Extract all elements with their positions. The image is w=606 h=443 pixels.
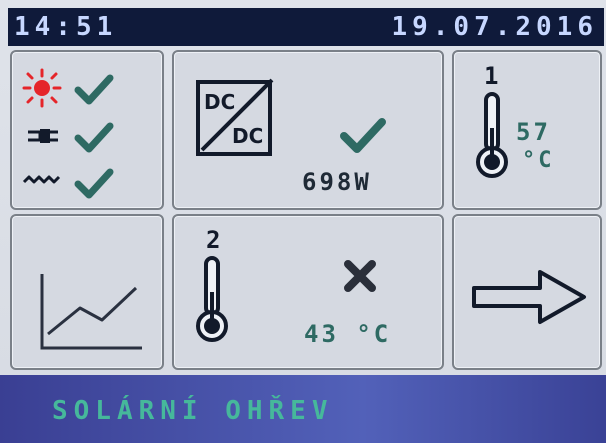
check-icon — [72, 162, 116, 206]
temp2-panel[interactable]: 2 43 °C — [172, 214, 444, 370]
thermometer-icon — [472, 88, 512, 186]
thermometer-icon — [192, 252, 232, 350]
sun-icon — [22, 68, 62, 112]
indicator-heater — [22, 162, 116, 206]
indicator-sun — [22, 68, 116, 112]
clock-time: 14:51 — [14, 12, 118, 42]
check-icon — [72, 68, 116, 112]
date: 19.07.2016 — [391, 12, 598, 42]
error-x-icon — [338, 254, 382, 302]
status-indicators-panel — [10, 50, 164, 210]
temp1-panel[interactable]: 1 57 °C — [452, 50, 602, 210]
check-icon — [72, 116, 116, 160]
dcdc-label-top: DC — [204, 90, 236, 114]
plug-icon — [22, 118, 62, 158]
heater-icon — [22, 167, 62, 201]
dcdc-power: 698W — [302, 168, 372, 196]
graph-panel[interactable] — [10, 214, 164, 370]
next-panel[interactable] — [452, 214, 602, 370]
arrow-right-icon — [468, 262, 590, 336]
temp2-index: 2 — [206, 226, 224, 254]
device-screen: 14:51 19.07.2016 DC DC 698W 1 57 °C 2 43… — [0, 0, 606, 443]
temp1-unit: °C — [522, 148, 555, 173]
status-bar: 14:51 19.07.2016 — [8, 8, 604, 46]
temp1-value: 57 — [516, 118, 551, 146]
dcdc-panel[interactable]: DC DC 698W — [172, 50, 444, 210]
check-icon — [336, 110, 390, 158]
line-chart-icon — [36, 264, 148, 358]
indicator-power — [22, 116, 116, 160]
footer-title: SOLÁRNÍ OHŘEV — [52, 396, 334, 426]
temp1-index: 1 — [484, 62, 502, 90]
temp2-value: 43 °C — [304, 320, 392, 348]
dcdc-label-bottom: DC — [232, 124, 264, 148]
